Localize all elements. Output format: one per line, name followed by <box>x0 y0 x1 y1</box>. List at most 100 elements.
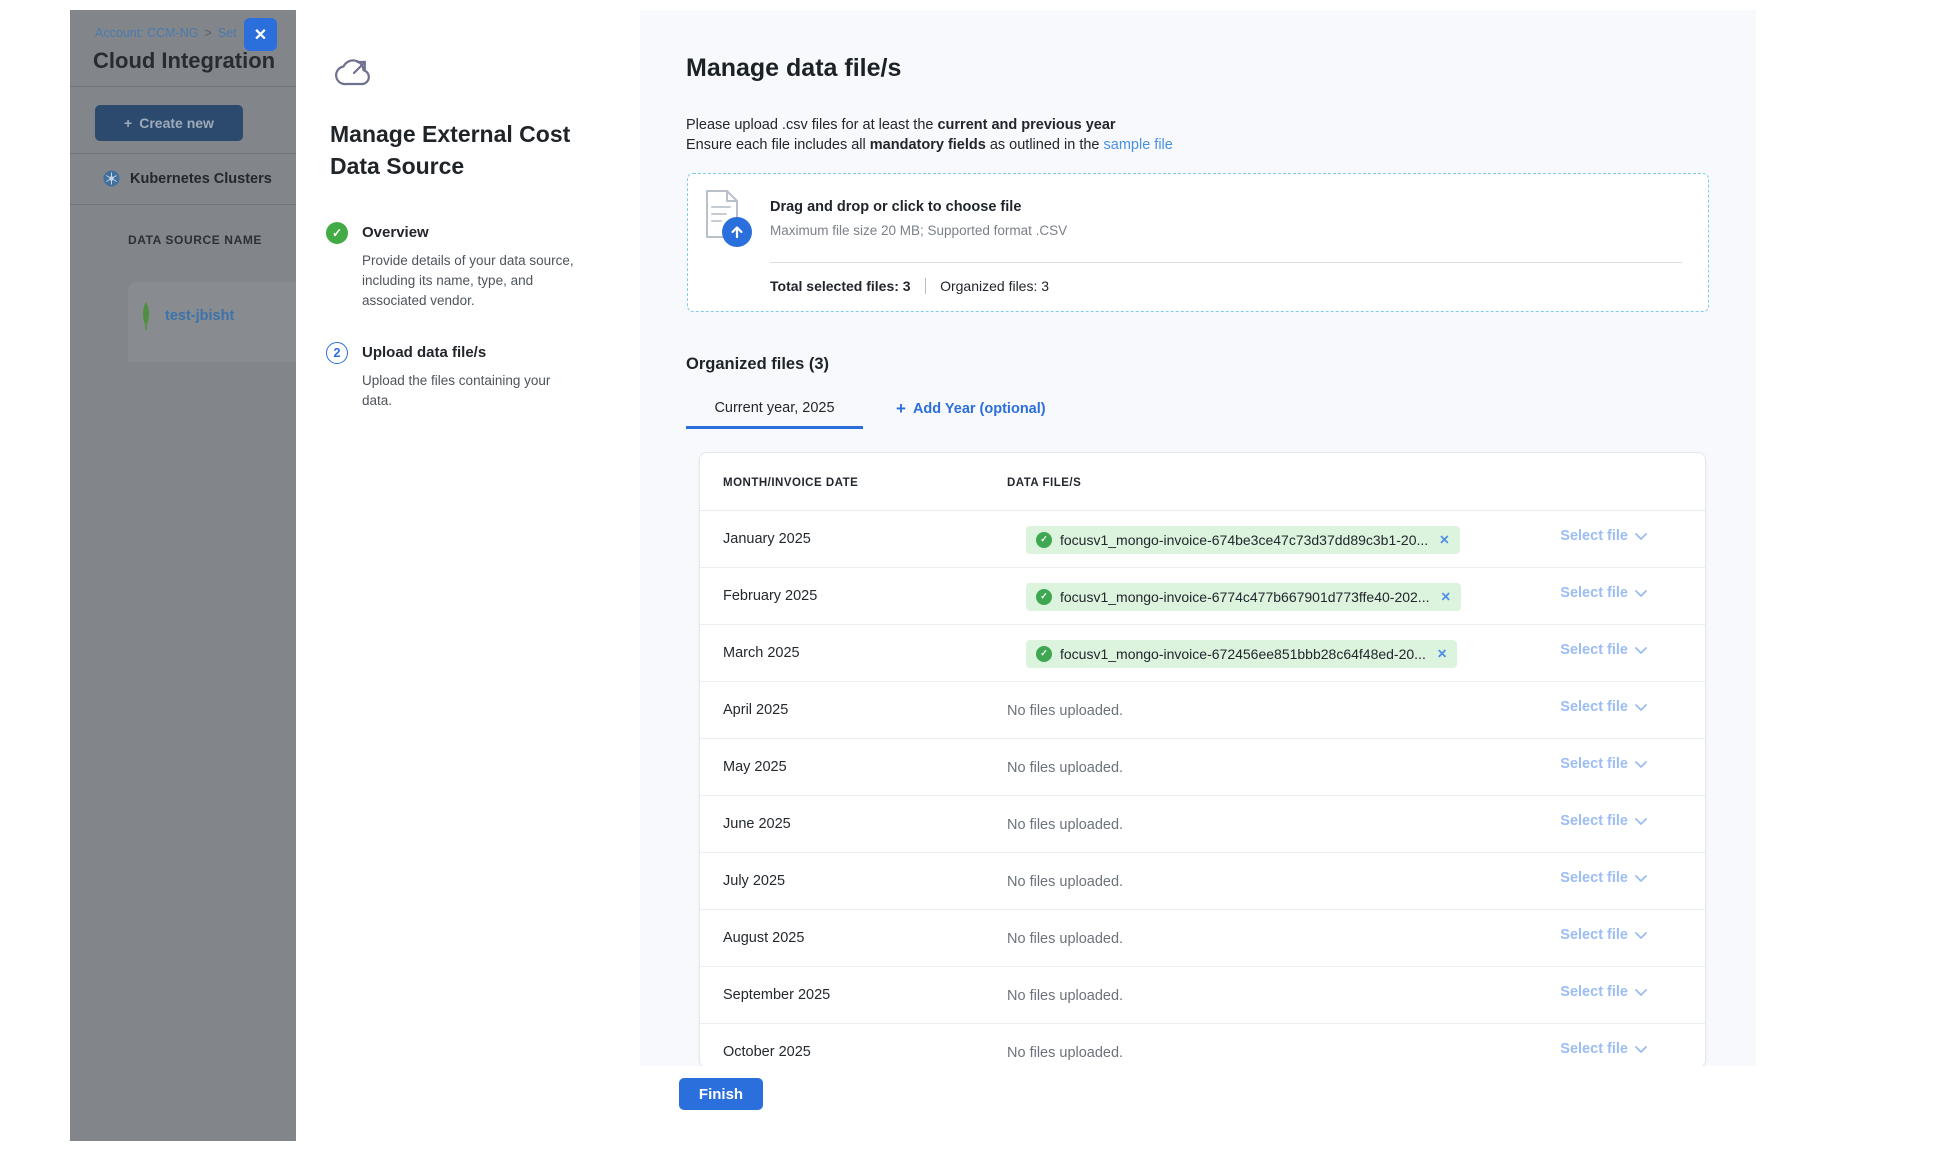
breadcrumb-next-link[interactable]: Set <box>218 26 237 40</box>
select-file-dropdown[interactable]: Select file <box>1560 528 1647 544</box>
row-value: No files uploaded. <box>1007 910 1123 967</box>
file-name: focusv1_mongo-invoice-6774c477b667901d77… <box>1060 589 1429 605</box>
file-totals: Total selected files: 3 Organized files:… <box>770 278 1049 294</box>
breadcrumb-separator: > <box>205 26 212 40</box>
select-file-label: Select file <box>1560 528 1628 544</box>
table-row: May 2025 No files uploaded. Select file <box>700 739 1705 796</box>
step-upload: 2 Upload data file/s Upload the files co… <box>326 342 584 411</box>
dropzone-title: Drag and drop or click to choose file <box>770 199 1021 215</box>
empty-text: No files uploaded. <box>1007 988 1123 1004</box>
breadcrumb-account-link[interactable]: Account: CCM-NG <box>95 26 199 40</box>
table-row: February 2025 ✓ focusv1_mongo-invoice-67… <box>700 568 1705 625</box>
row-value: No files uploaded. <box>1007 1024 1123 1068</box>
add-year-button[interactable]: + Add Year (optional) <box>896 400 1046 417</box>
step-overview: ✓ Overview Provide details of your data … <box>326 222 584 311</box>
drawer-footer: Finish <box>640 1066 1756 1156</box>
table-row: April 2025 No files uploaded. Select fil… <box>700 682 1705 739</box>
select-file-label: Select file <box>1560 870 1628 886</box>
check-circle-icon: ✓ <box>1036 589 1052 605</box>
empty-text: No files uploaded. <box>1007 817 1123 833</box>
tab-current-year[interactable]: Current year, 2025 <box>686 400 863 429</box>
drawer-title: Manage External Cost Data Source <box>330 118 600 182</box>
empty-text: No files uploaded. <box>1007 703 1123 719</box>
sample-file-link[interactable]: sample file <box>1104 137 1173 153</box>
intro-text: Please upload .csv files for at least th… <box>686 116 1173 155</box>
row-value: ✓ focusv1_mongo-invoice-6774c477b667901d… <box>1007 568 1461 625</box>
column-data-files: DATA FILE/S <box>1007 477 1081 489</box>
create-new-button[interactable]: + Create new <box>95 105 243 141</box>
background-page: Account: CCM-NG>Set Cloud Integration + … <box>70 10 296 1141</box>
row-value: ✓ focusv1_mongo-invoice-672456ee851bbb28… <box>1007 625 1457 682</box>
month-label: May 2025 <box>723 759 787 775</box>
select-file-dropdown[interactable]: Select file <box>1560 927 1647 943</box>
step-description: Provide details of your data source, inc… <box>362 251 584 311</box>
breadcrumb: Account: CCM-NG > Set <box>95 26 237 40</box>
step-number-icon: 2 <box>326 342 348 364</box>
empty-text: No files uploaded. <box>1007 931 1123 947</box>
chevron-down-icon <box>1635 590 1647 597</box>
manage-files-panel: Manage data file/s Please upload .csv fi… <box>640 10 1756 1156</box>
uploaded-file-chip: ✓ focusv1_mongo-invoice-6774c477b667901d… <box>1026 583 1461 611</box>
chevron-down-icon <box>1635 875 1647 882</box>
select-file-dropdown[interactable]: Select file <box>1560 1041 1647 1057</box>
select-file-label: Select file <box>1560 642 1628 658</box>
select-file-label: Select file <box>1560 927 1628 943</box>
check-circle-icon: ✓ <box>1036 532 1052 548</box>
step-description: Upload the files containing your data. <box>362 371 584 411</box>
step-label: Upload data file/s <box>362 344 584 361</box>
row-value: No files uploaded. <box>1007 739 1123 796</box>
remove-file-icon[interactable]: ✕ <box>1439 532 1449 547</box>
chevron-down-icon <box>1635 533 1647 540</box>
remove-file-icon[interactable]: ✕ <box>1440 589 1450 604</box>
uploaded-file-chip: ✓ focusv1_mongo-invoice-674be3ce47c73d37… <box>1026 526 1460 554</box>
files-table-body: January 2025 ✓ focusv1_mongo-invoice-674… <box>700 511 1705 1068</box>
empty-text: No files uploaded. <box>1007 1045 1123 1061</box>
mongodb-leaf-icon <box>140 302 152 330</box>
upload-arrow-icon <box>722 217 752 247</box>
select-file-dropdown[interactable]: Select file <box>1560 870 1647 886</box>
dropzone-subtitle: Maximum file size 20 MB; Supported forma… <box>770 223 1067 238</box>
row-value: No files uploaded. <box>1007 853 1123 910</box>
divider <box>70 153 296 154</box>
files-table: MONTH/INVOICE DATE DATA FILE/S January 2… <box>699 452 1706 1068</box>
select-file-dropdown[interactable]: Select file <box>1560 585 1647 601</box>
divider <box>770 262 1682 263</box>
row-value: No files uploaded. <box>1007 682 1123 739</box>
table-row: January 2025 ✓ focusv1_mongo-invoice-674… <box>700 511 1705 568</box>
close-button[interactable]: ✕ <box>244 18 277 51</box>
remove-file-icon[interactable]: ✕ <box>1437 646 1447 661</box>
data-source-link[interactable]: test-jbisht <box>165 308 234 324</box>
divider <box>925 278 927 294</box>
kubernetes-icon <box>103 170 120 187</box>
month-label: January 2025 <box>723 531 811 547</box>
check-circle-icon: ✓ <box>1036 646 1052 662</box>
finish-button[interactable]: Finish <box>679 1078 763 1110</box>
close-icon: ✕ <box>254 25 267 45</box>
select-file-dropdown[interactable]: Select file <box>1560 756 1647 772</box>
table-header: MONTH/INVOICE DATE DATA FILE/S <box>700 453 1705 511</box>
file-dropzone[interactable]: Drag and drop or click to choose file Ma… <box>687 173 1709 312</box>
kubernetes-clusters-tab[interactable]: Kubernetes Clusters <box>103 170 272 187</box>
total-selected-count: 3 <box>903 278 911 294</box>
month-label: March 2025 <box>723 645 800 661</box>
chevron-down-icon <box>1635 932 1647 939</box>
select-file-dropdown[interactable]: Select file <box>1560 813 1647 829</box>
divider <box>70 86 296 87</box>
chevron-down-icon <box>1635 704 1647 711</box>
month-label: February 2025 <box>723 588 817 604</box>
select-file-dropdown[interactable]: Select file <box>1560 699 1647 715</box>
organized-files-heading: Organized files (3) <box>686 355 829 374</box>
month-label: October 2025 <box>723 1044 811 1060</box>
select-file-label: Select file <box>1560 813 1628 829</box>
empty-text: No files uploaded. <box>1007 874 1123 890</box>
row-value: No files uploaded. <box>1007 967 1123 1024</box>
select-file-dropdown[interactable]: Select file <box>1560 642 1647 658</box>
data-source-row[interactable]: test-jbisht <box>140 302 234 330</box>
step-label: Overview <box>362 224 584 241</box>
plus-icon: + <box>896 402 906 416</box>
file-name: focusv1_mongo-invoice-672456ee851bbb28c6… <box>1060 646 1426 662</box>
plus-icon: + <box>124 115 132 131</box>
select-file-label: Select file <box>1560 699 1628 715</box>
chevron-down-icon <box>1635 647 1647 654</box>
select-file-dropdown[interactable]: Select file <box>1560 984 1647 1000</box>
